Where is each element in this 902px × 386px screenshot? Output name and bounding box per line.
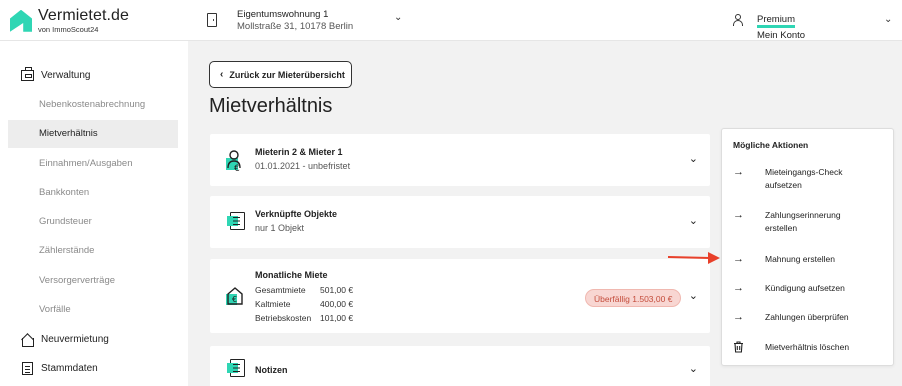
account-menu[interactable]: Premium Mein Konto — [733, 8, 805, 42]
sidebar: Verwaltung Nebenkostenabrechnung Mietver… — [0, 41, 188, 386]
tenants-card[interactable]: € Mieterin 2 & Mieter 1 01.01.2021 - unb… — [210, 134, 710, 186]
sidebar-item-nebenkostenabrechnung[interactable]: Nebenkostenabrechnung — [8, 91, 178, 119]
sidebar-item-mietverhaeltnis[interactable]: Mietverhältnis — [8, 120, 178, 148]
action-mahnung-erstellen[interactable]: → Mahnung erstellen — [733, 253, 883, 266]
account-label: Mein Konto — [757, 30, 806, 41]
monthly-rent-title: Monatliche Miete — [255, 270, 328, 280]
chevron-down-icon[interactable]: ⌄ — [884, 14, 892, 25]
logo-title: Vermietet.de — [38, 7, 130, 24]
trash-icon — [733, 341, 748, 356]
svg-text:€: € — [232, 295, 237, 304]
rent-row: Kaltmiete 400,00 € — [255, 299, 353, 309]
overdue-badge: Überfällig 1.503,00 € — [585, 289, 682, 307]
chevron-left-icon: ‹ — [220, 69, 224, 80]
svg-text:€: € — [234, 164, 240, 172]
premium-badge: Premium — [757, 15, 796, 28]
chevron-down-icon[interactable]: ⌄ — [689, 152, 698, 165]
action-label: Kündigung aufsetzen — [765, 283, 845, 293]
door-icon — [207, 13, 217, 27]
tenants-period: 01.01.2021 - unbefristet — [255, 161, 351, 171]
notes-title: Notizen — [255, 365, 288, 375]
action-label: Zahlungserinnerung erstellen — [765, 210, 841, 233]
page-title: Mietverhältnis — [209, 95, 333, 117]
linked-objects-count: nur 1 Objekt — [255, 223, 305, 233]
sidebar-section-stammdaten[interactable]: Stammdaten — [20, 362, 98, 375]
sidebar-item-grundsteuer[interactable]: Grundsteuer — [8, 208, 178, 236]
sidebar-item-vorfaelle[interactable]: Vorfälle — [8, 296, 178, 324]
action-label: Zahlungen überprüfen — [765, 312, 849, 322]
document-icon — [20, 362, 34, 375]
rent-row: Gesamtmiete 501,00 € — [255, 285, 353, 295]
action-mietverhaeltnis-loeschen[interactable]: Mietverhältnis löschen — [733, 341, 883, 356]
document-icon — [227, 212, 248, 232]
action-kuendigung-aufsetzen[interactable]: → Kündigung aufsetzen — [733, 282, 883, 295]
logo-subtitle: von ImmoScout24 — [38, 25, 99, 34]
chevron-down-icon[interactable]: ⌄ — [394, 12, 402, 23]
action-label: Mahnung erstellen — [765, 254, 835, 264]
sidebar-item-einnahmen-ausgaben[interactable]: Einnahmen/Ausgaben — [8, 150, 178, 178]
action-label: Mieteingangs-Check aufsetzen — [765, 167, 843, 190]
rent-row-label: Kaltmiete — [255, 299, 291, 309]
annotation-arrow-icon — [668, 252, 720, 264]
back-to-tenant-overview-button[interactable]: ‹ Zurück zur Mieterübersicht — [209, 61, 352, 88]
rent-row-label: Gesamtmiete — [255, 285, 306, 295]
logo-icon — [10, 9, 32, 32]
rent-row: Betriebskosten 101,00 € — [255, 313, 353, 323]
arrow-right-icon: → — [733, 166, 744, 178]
tenants-title: Mieterin 2 & Mieter 1 — [255, 147, 343, 157]
linked-objects-card[interactable]: Verknüpfte Objekte nur 1 Objekt ⌄ — [210, 196, 710, 248]
action-zahlungen-ueberpruefen[interactable]: → Zahlungen überprüfen — [733, 311, 883, 324]
top-header: Vermietet.de von ImmoScout24 Eigentumswo… — [0, 0, 902, 41]
possible-actions-panel: Mögliche Aktionen → Mieteingangs-Check a… — [721, 128, 894, 366]
action-mieteingangs-check[interactable]: → Mieteingangs-Check aufsetzen — [733, 166, 883, 192]
house-money-icon: € — [226, 285, 244, 305]
actions-title: Mögliche Aktionen — [733, 140, 809, 150]
notes-card[interactable]: Notizen ⌄ — [210, 346, 710, 386]
rent-row-value: 400,00 € — [320, 299, 354, 309]
back-button-label: Zurück zur Mieterübersicht — [229, 69, 345, 80]
arrow-right-icon: → — [733, 253, 744, 265]
user-icon — [733, 14, 743, 26]
property-address: Mollstraße 31, 10178 Berlin — [237, 20, 354, 32]
sidebar-section-neuvermietung[interactable]: Neuvermietung — [20, 333, 109, 347]
sidebar-section-label: Verwaltung — [41, 70, 91, 81]
linked-objects-title: Verknüpfte Objekte — [255, 209, 338, 219]
property-name: Eigentumswohnung 1 — [237, 9, 329, 20]
property-selector[interactable]: Eigentumswohnung 1 Mollstraße 31, 10178 … — [207, 9, 353, 33]
monthly-rent-card[interactable]: € Monatliche Miete Gesamtmiete 501,00 € … — [210, 259, 710, 333]
action-zahlungserinnerung[interactable]: → Zahlungserinnerung erstellen — [733, 209, 883, 235]
arrow-right-icon: → — [733, 282, 744, 294]
rent-row-value: 501,00 € — [320, 285, 354, 295]
rent-row-value: 101,00 € — [320, 313, 354, 323]
logo[interactable]: Vermietet.de von ImmoScout24 — [10, 8, 129, 34]
arrow-right-icon: → — [733, 209, 744, 221]
sidebar-section-label: Neuvermietung — [41, 334, 109, 345]
chevron-down-icon[interactable]: ⌄ — [689, 362, 698, 375]
briefcase-icon — [20, 67, 34, 82]
arrow-right-icon: → — [733, 311, 744, 323]
sidebar-item-bankkonten[interactable]: Bankkonten — [8, 179, 178, 207]
house-star-icon — [20, 333, 34, 347]
rent-row-label: Betriebskosten — [255, 313, 312, 323]
action-label: Mietverhältnis löschen — [765, 342, 850, 352]
sidebar-item-versorgervertraege[interactable]: Versorgerverträge — [8, 267, 178, 295]
chevron-down-icon[interactable]: ⌄ — [689, 214, 698, 227]
sidebar-section-verwaltung[interactable]: Verwaltung — [20, 67, 91, 82]
notes-icon — [227, 359, 248, 379]
sidebar-item-zaehlerstaende[interactable]: Zählerstände — [8, 237, 178, 265]
tenant-money-icon: € — [226, 150, 244, 174]
chevron-down-icon[interactable]: ⌄ — [689, 289, 698, 302]
sidebar-section-label: Stammdaten — [41, 363, 98, 374]
